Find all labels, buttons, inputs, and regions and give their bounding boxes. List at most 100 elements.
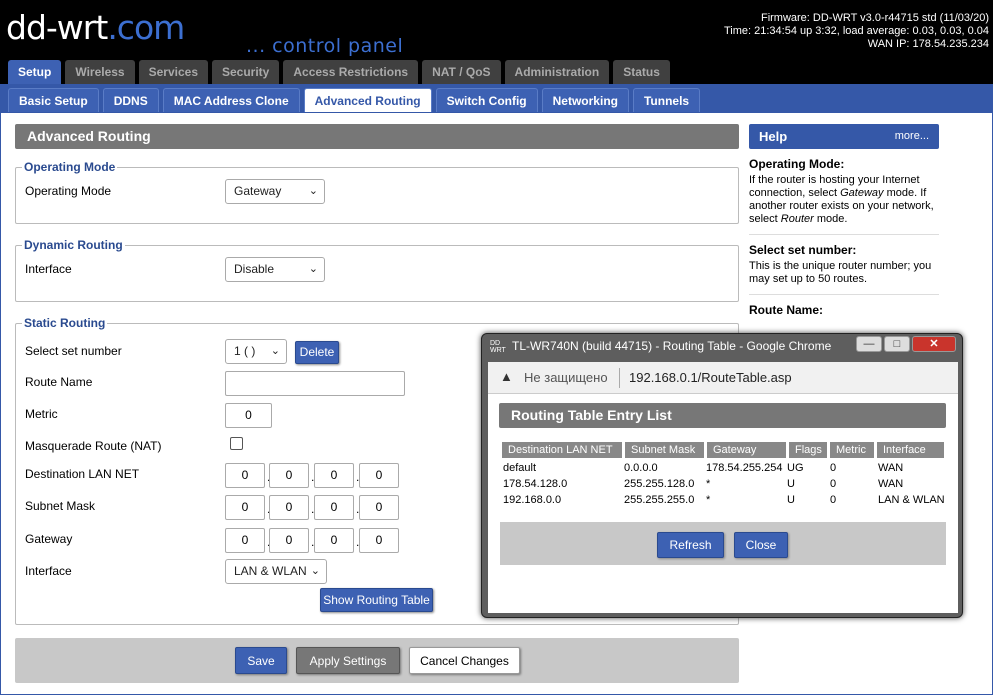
dest-octet-1[interactable]: 0 [225,463,265,488]
cell-mask: 255.255.255.0 [624,494,695,506]
static-interface-select[interactable]: LAN & WLAN ⌄ [225,559,327,584]
set-number-select[interactable]: 1 ( ) ⌄ [225,339,287,364]
dynamic-interface-label: Interface [25,262,72,276]
delete-button[interactable]: Delete [295,341,339,364]
set-number-value: 1 ( ) [234,344,256,358]
help-panel: Help more... Operating Mode: If the route… [749,124,939,328]
section-legend: Operating Mode [24,160,116,174]
help-item-operating-mode: Operating Mode: If the router is hosting… [749,149,939,235]
metric-input[interactable]: 0 [225,403,272,428]
help-item-set-number: Select set number: This is the unique ro… [749,235,939,295]
tab-status[interactable]: Status [613,60,670,84]
cell-flags: UG [787,462,804,474]
tab-nat-qos[interactable]: NAT / QoS [422,60,501,84]
cell-mask: 0.0.0.0 [624,462,658,474]
col-header-gateway: Gateway [707,442,786,458]
operating-mode-value: Gateway [234,184,282,198]
popup-body: Routing Table Entry List Destination LAN… [488,394,958,613]
tab-access-restrictions[interactable]: Access Restrictions [283,60,419,84]
gateway-octet-2[interactable]: 0 [269,528,309,553]
main-panel: Advanced Routing Operating Mode Operatin… [15,124,739,683]
wan-ip-text: WAN IP: 178.54.235.234 [867,38,989,50]
header: dd-wrt.com ... control panel Firmware: D… [0,0,993,62]
mask-octet-4[interactable]: 0 [359,495,399,520]
chevron-down-icon: ⌄ [308,185,318,197]
time-text: Time: 21:34:54 up 3:32, load average: 0.… [723,25,989,37]
static-interface-label: Interface [25,564,72,578]
mask-octet-1[interactable]: 0 [225,495,265,520]
apply-settings-button[interactable]: Apply Settings [296,647,400,674]
cell-dest: default [503,462,537,474]
address-divider [619,368,620,388]
gateway-octet-1[interactable]: 0 [225,528,265,553]
subtab-advanced-routing[interactable]: Advanced Routing [303,88,432,112]
dynamic-interface-select[interactable]: Disable ⌄ [225,257,325,282]
dest-lan-net-label: Destination LAN NET [25,467,140,481]
dest-octet-3[interactable]: 0 [314,463,354,488]
help-more-link[interactable]: more... [895,124,929,149]
subtab-basic-setup[interactable]: Basic Setup [8,88,99,112]
routing-table-window: DD WRT TL-WR740N (build 44715) - Routing… [481,333,963,618]
mask-octet-3[interactable]: 0 [314,495,354,520]
operating-mode-select[interactable]: Gateway ⌄ [225,179,325,204]
maximize-icon[interactable]: □ [884,336,910,352]
cancel-changes-button[interactable]: Cancel Changes [409,647,520,674]
save-button[interactable]: Save [235,647,287,674]
tab-wireless[interactable]: Wireless [65,60,135,84]
subnet-mask-label: Subnet Mask [25,499,96,513]
warning-icon[interactable]: ▲ [500,369,513,384]
help-item-title: Operating Mode: [749,157,845,171]
close-icon[interactable]: ✕ [912,336,956,352]
masquerade-checkbox[interactable] [230,437,243,450]
set-number-label: Select set number [25,344,122,358]
window-controls: — □ ✕ [856,336,956,352]
ddwrt-favicon-icon: DD WRT [490,340,506,354]
col-header-mask: Subnet Mask [625,442,704,458]
address-bar[interactable]: ▲ Не защищено 192.168.0.1/RouteTable.asp [488,362,958,394]
mask-octet-2[interactable]: 0 [269,495,309,520]
dest-octet-2[interactable]: 0 [269,463,309,488]
cell-metric: 0 [830,462,837,474]
close-button[interactable]: Close [734,532,788,558]
subtab-mac-address-clone[interactable]: MAC Address Clone [162,88,300,112]
static-interface-value: LAN & WLAN [234,564,307,578]
main-tabs: Setup Wireless Services Security Access … [8,60,670,84]
tab-security[interactable]: Security [212,60,280,84]
sub-tabs: Basic Setup DDNS MAC Address Clone Advan… [8,88,701,112]
help-title: Help [759,129,788,144]
url-text[interactable]: 192.168.0.1/RouteTable.asp [629,370,792,385]
control-panel-tagline: ... control panel [246,35,404,57]
cell-flags: U [787,494,795,506]
help-text: mode. [813,213,848,225]
col-header-interface: Interface [877,442,944,458]
help-item-route-name: Route Name: [749,295,939,328]
tab-services[interactable]: Services [138,60,208,84]
cell-metric: 0 [830,478,837,490]
refresh-button[interactable]: Refresh [657,532,724,558]
cell-interface: WAN [878,478,904,490]
section-legend: Dynamic Routing [24,238,123,252]
dest-octet-4[interactable]: 0 [359,463,399,488]
masquerade-label: Masquerade Route (NAT) [25,439,162,453]
minimize-icon[interactable]: — [856,336,882,352]
help-item-title: Select set number: [749,243,857,257]
gateway-octet-3[interactable]: 0 [314,528,354,553]
help-emphasis: Gateway [840,187,884,199]
help-item-title: Route Name: [749,303,824,317]
cell-flags: U [787,478,795,490]
col-header-dest: Destination LAN NET [502,442,622,458]
metric-label: Metric [25,407,58,421]
subtab-ddns[interactable]: DDNS [102,88,159,112]
help-emphasis: Router [780,213,814,225]
cell-metric: 0 [830,494,837,506]
cell-interface: WAN [878,462,904,474]
tab-setup[interactable]: Setup [8,60,62,84]
subtab-switch-config[interactable]: Switch Config [435,88,538,112]
gateway-octet-4[interactable]: 0 [359,528,399,553]
route-name-input[interactable] [225,371,405,396]
ddwrt-logo[interactable]: dd-wrt.com [6,10,185,46]
subtab-networking[interactable]: Networking [541,88,629,112]
show-routing-table-button[interactable]: Show Routing Table [320,588,433,612]
tab-administration[interactable]: Administration [504,60,610,84]
subtab-tunnels[interactable]: Tunnels [632,88,701,112]
